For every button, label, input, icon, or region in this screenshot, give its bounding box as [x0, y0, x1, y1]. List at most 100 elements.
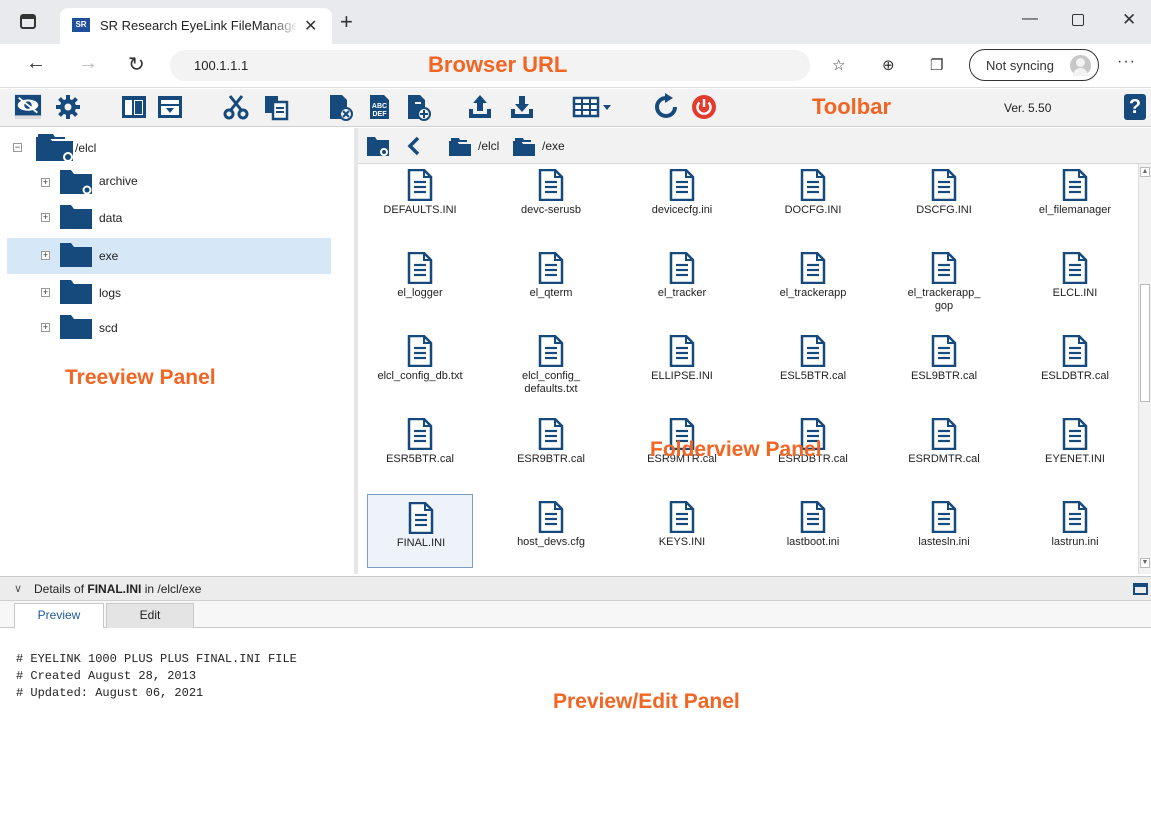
file-name: ESR9BTR.cal	[517, 453, 585, 465]
file-item[interactable]: DSCFG.INI	[891, 164, 997, 236]
delete-file-icon[interactable]	[326, 93, 354, 121]
maximize-panel-icon[interactable]	[1133, 583, 1148, 595]
browser-url-annotation: Browser URL	[428, 52, 568, 77]
folder-icon	[60, 205, 92, 229]
share-icon[interactable]: ❐	[930, 56, 943, 74]
download-icon[interactable]	[508, 93, 536, 121]
cut-icon[interactable]	[222, 93, 250, 121]
path-segment[interactable]: /elcl	[478, 139, 499, 153]
refresh-icon[interactable]	[652, 93, 680, 121]
tree-item-label: archive	[99, 174, 138, 188]
tree-item-archive[interactable]: + archive	[7, 165, 331, 201]
file-item[interactable]: el_trackerapp	[760, 247, 866, 319]
more-options-icon[interactable]: ···	[1117, 53, 1136, 71]
minimize-icon[interactable]: —	[1022, 10, 1038, 28]
file-item[interactable]: lastesln.ini	[891, 496, 997, 568]
file-item[interactable]: FINAL.INI	[367, 494, 473, 568]
tab-edit[interactable]: Edit	[106, 603, 194, 628]
toggle-treeview-icon[interactable]	[120, 93, 148, 121]
file-item[interactable]: EYENET.INI	[1022, 413, 1128, 485]
preview-line: # Updated: August 06, 2021	[16, 686, 204, 700]
expand-icon[interactable]: +	[41, 178, 50, 187]
collapse-icon[interactable]: −	[13, 143, 22, 152]
upload-icon[interactable]	[466, 93, 494, 121]
help-button[interactable]: ?	[1124, 94, 1146, 120]
tree-item-logs[interactable]: + logs	[7, 275, 331, 311]
rename-icon[interactable]: ABC DEF	[366, 93, 394, 121]
stop-power-icon[interactable]	[690, 93, 718, 121]
sync-button[interactable]: Not syncing	[969, 49, 1099, 81]
maximize-icon[interactable]	[1072, 14, 1084, 26]
text-file-icon	[669, 168, 695, 202]
text-file-icon	[931, 251, 957, 285]
file-item[interactable]: ESR5BTR.cal	[367, 413, 473, 485]
favorites-icon[interactable]: ☆	[832, 56, 845, 74]
text-file-icon	[669, 251, 695, 285]
file-item[interactable]: el_qterm	[498, 247, 604, 319]
tab-actions-icon[interactable]	[20, 14, 36, 29]
file-name: lastesln.ini	[918, 536, 970, 548]
back-arrow-icon[interactable]: ←	[26, 52, 46, 75]
file-item[interactable]: host_devs.cfg	[498, 496, 604, 568]
folder-icon	[60, 315, 92, 339]
expand-icon[interactable]: +	[41, 251, 50, 260]
file-item[interactable]: ESLDBTR.cal	[1022, 330, 1128, 402]
path-folder-icon	[449, 138, 471, 156]
chevron-down-icon[interactable]: ∨	[14, 582, 22, 595]
file-item[interactable]: ELLIPSE.INI	[629, 330, 735, 402]
file-item[interactable]: ESL9BTR.cal	[891, 330, 997, 402]
tab-preview[interactable]: Preview	[14, 603, 104, 628]
text-file-icon	[800, 251, 826, 285]
expand-icon[interactable]: +	[41, 288, 50, 297]
tree-root[interactable]: − /elcl	[7, 130, 331, 166]
file-item[interactable]: lastrun.ini	[1022, 496, 1128, 568]
file-item[interactable]: elcl_config_ defaults.txt	[498, 330, 604, 402]
close-window-icon[interactable]: ✕	[1122, 10, 1136, 30]
folder-settings-icon[interactable]	[366, 134, 390, 158]
reload-icon[interactable]: ↻	[128, 52, 145, 77]
file-item[interactable]: ELCL.INI	[1022, 247, 1128, 319]
path-segment[interactable]: /exe	[542, 139, 565, 153]
details-header[interactable]: ∨ Details of FINAL.INI in /elcl/exe	[0, 576, 1151, 601]
vertical-scrollbar[interactable]: ▲ ▼	[1138, 164, 1151, 574]
browser-tab[interactable]: SR SR Research EyeLink FileManager ✕	[60, 8, 332, 44]
file-item[interactable]: devc-serusb	[498, 164, 604, 236]
preview-annotation: Preview/Edit Panel	[553, 690, 740, 713]
copy-icon[interactable]	[262, 93, 290, 121]
forward-arrow-icon[interactable]: →	[78, 52, 98, 75]
file-item[interactable]: el_filemanager	[1022, 164, 1128, 236]
file-item[interactable]: DOCFG.INI	[760, 164, 866, 236]
file-item[interactable]: lastboot.ini	[760, 496, 866, 568]
file-item[interactable]: ESL5BTR.cal	[760, 330, 866, 402]
file-item[interactable]: el_tracker	[629, 247, 735, 319]
file-name: EYENET.INI	[1045, 453, 1105, 465]
scroll-thumb[interactable]	[1140, 284, 1150, 402]
scroll-up-icon[interactable]: ▲	[1140, 167, 1150, 177]
view-mode-dropdown[interactable]	[572, 93, 612, 121]
file-item[interactable]: devicecfg.ini	[629, 164, 735, 236]
tree-item-scd[interactable]: + scd	[7, 310, 331, 346]
scroll-down-icon[interactable]: ▼	[1140, 558, 1150, 568]
settings-gear-icon[interactable]	[54, 93, 82, 121]
file-name-line2: gop	[934, 300, 954, 312]
file-item[interactable]: ESRDMTR.cal	[891, 413, 997, 485]
text-file-icon	[407, 168, 433, 202]
back-chevron-icon[interactable]	[406, 134, 422, 158]
file-item[interactable]: ESR9BTR.cal	[498, 413, 604, 485]
file-item[interactable]: el_logger	[367, 247, 473, 319]
file-item[interactable]: elcl_config_db.txt	[367, 330, 473, 402]
file-item[interactable]: DEFAULTS.INI	[367, 164, 473, 236]
collections-icon[interactable]: ⊕	[882, 56, 895, 74]
new-file-icon[interactable]	[404, 93, 432, 121]
file-name: ELLIPSE.INI	[651, 370, 713, 382]
file-item[interactable]: KEYS.INI	[629, 496, 735, 568]
expand-icon[interactable]: +	[41, 323, 50, 332]
tree-item-exe[interactable]: + exe	[7, 238, 331, 274]
new-tab-button[interactable]: +	[340, 9, 353, 35]
tab-close-icon[interactable]: ✕	[304, 16, 317, 36]
toggle-preview-icon[interactable]	[156, 93, 184, 121]
details-filename: FINAL.INI	[87, 582, 142, 596]
expand-icon[interactable]: +	[41, 213, 50, 222]
tree-item-data[interactable]: + data	[7, 200, 331, 236]
file-item[interactable]: el_trackerapp_ gop	[891, 247, 997, 319]
